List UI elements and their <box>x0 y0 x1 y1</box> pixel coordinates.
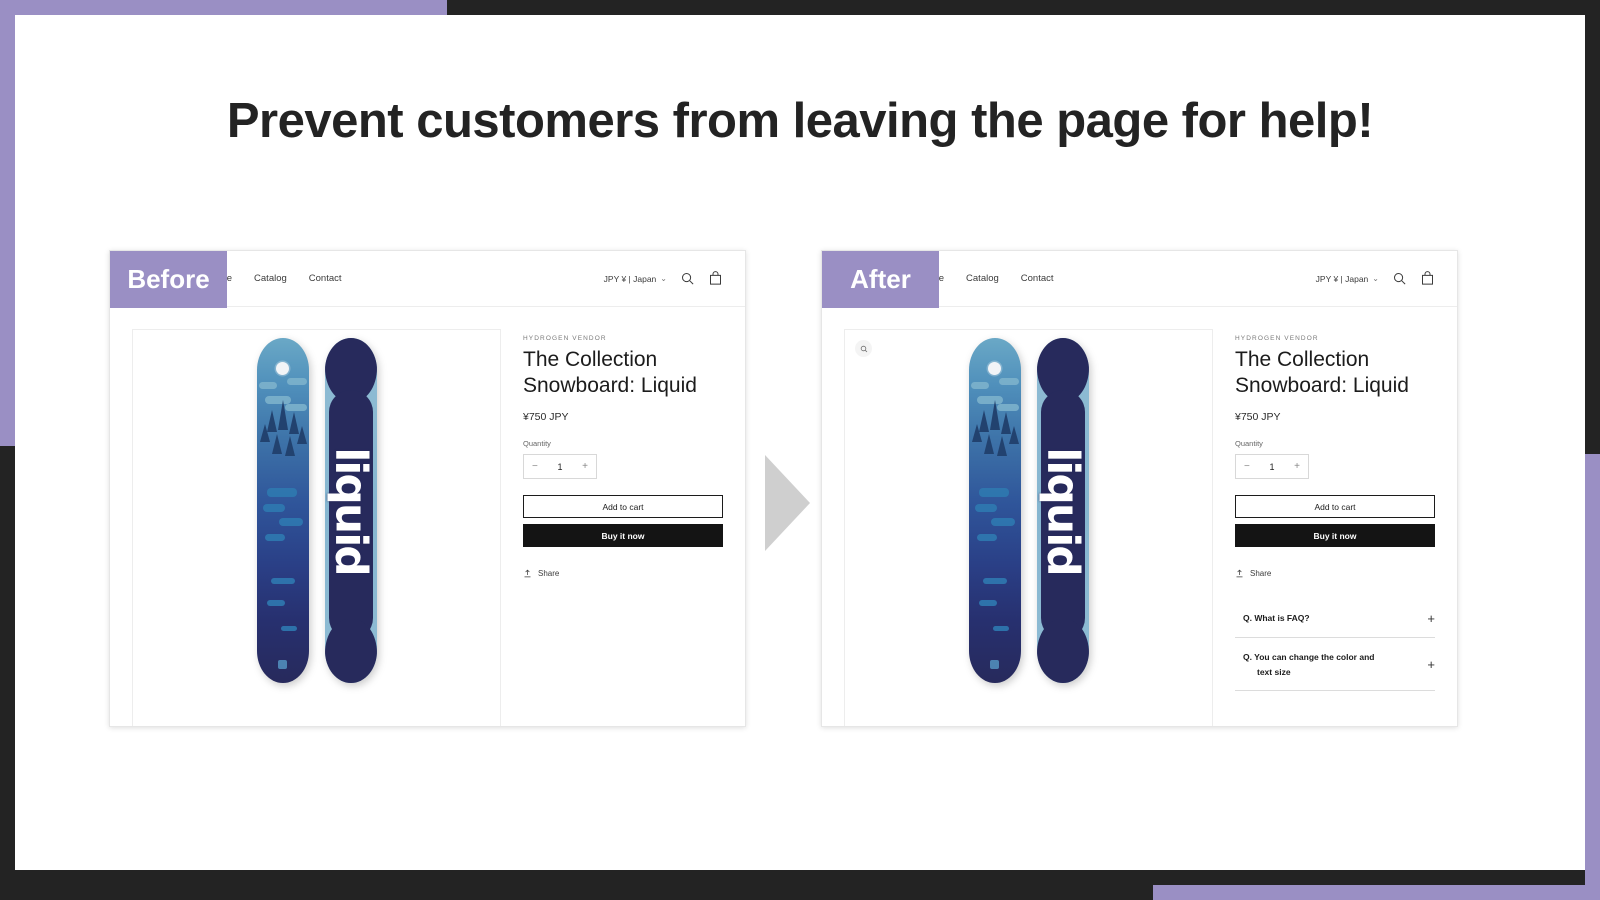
currency-selector[interactable]: JPY ¥ | Japan ⌄ <box>604 274 667 284</box>
quantity-increase-button-after[interactable]: + <box>1294 461 1300 472</box>
cart-icon[interactable] <box>708 271 723 286</box>
before-product-gallery[interactable]: liquid <box>132 329 501 726</box>
snowboard-back-image-after: liquid <box>1036 338 1089 683</box>
accent-bar-left <box>0 0 15 446</box>
zoom-image-button[interactable] <box>855 340 872 357</box>
snowboard-front-image-after <box>968 338 1021 683</box>
before-product: liquid HYDROGEN VENDOR The Collection Sn… <box>110 307 745 726</box>
chevron-down-icon: ⌄ <box>660 274 667 283</box>
after-header-actions: JPY ¥ | Japan ⌄ <box>1316 271 1435 286</box>
product-title: The Collection Snowboard: Liquid <box>523 348 697 397</box>
quantity-label: Quantity <box>523 439 551 449</box>
board-wordmark: liquid <box>325 446 376 575</box>
buy-it-now-button[interactable]: Buy it now <box>523 524 723 548</box>
product-vendor-after: HYDROGEN VENDOR <box>1235 335 1319 342</box>
accent-bar-right <box>1585 454 1600 900</box>
faq-item-1[interactable]: Q. What is FAQ? + <box>1235 598 1435 639</box>
share-label-after: Share <box>1250 569 1272 579</box>
before-header-actions: JPY ¥ | Japan ⌄ <box>604 271 723 286</box>
faq-question-2: Q. You can change the color and text siz… <box>1243 650 1427 679</box>
board-wordmark-after: liquid <box>1037 446 1088 575</box>
before-product-info: HYDROGEN VENDOR The Collection Snowboard… <box>523 329 723 726</box>
quantity-decrease-button-after[interactable]: − <box>1244 461 1250 472</box>
add-to-cart-button[interactable]: Add to cart <box>523 495 723 519</box>
accent-bar-bottom-right <box>1153 885 1600 900</box>
after-badge: After <box>822 251 939 308</box>
plus-icon-2[interactable]: + <box>1427 658 1435 671</box>
share-button[interactable]: Share <box>523 569 723 578</box>
faq-question-2-line2: text size <box>1257 666 1291 677</box>
moon-graphic <box>275 362 289 375</box>
moon-graphic-after <box>987 362 1001 375</box>
share-button-after[interactable]: Share <box>1235 569 1435 578</box>
currency-label: JPY ¥ | Japan <box>603 273 657 284</box>
share-label: Share <box>538 569 560 579</box>
currency-selector-after[interactable]: JPY ¥ | Japan ⌄ <box>1316 274 1379 284</box>
product-price: ¥750 JPY <box>523 411 569 424</box>
search-icon[interactable] <box>680 271 695 286</box>
quantity-value-after[interactable]: 1 <box>1269 462 1274 472</box>
after-product-info: HYDROGEN VENDOR The Collection Snowboard… <box>1235 329 1435 726</box>
cart-icon-after[interactable] <box>1420 271 1435 286</box>
faq-question-1: Q. What is FAQ? <box>1243 613 1310 623</box>
quantity-decrease-button[interactable]: − <box>532 461 538 472</box>
quantity-increase-button[interactable]: + <box>582 461 588 472</box>
after-product: liquid HYDROGEN VENDOR The Collection Sn… <box>822 307 1457 726</box>
faq-accordion: Q. What is FAQ? + Q. You can change the … <box>1235 598 1435 692</box>
after-panel: After Quick Start Home Catalog Contact J… <box>821 250 1458 727</box>
transition-arrow-icon <box>765 455 810 551</box>
after-product-gallery[interactable]: liquid <box>844 329 1213 726</box>
snowboard-images: liquid <box>256 332 377 683</box>
accent-bar-top-left <box>0 0 447 15</box>
quantity-stepper[interactable]: − 1 + <box>523 454 597 480</box>
magnifier-icon <box>860 345 867 352</box>
search-icon-after[interactable] <box>1392 271 1407 286</box>
slide-canvas: Prevent customers from leaving the page … <box>15 15 1585 870</box>
quantity-stepper-after[interactable]: − 1 + <box>1235 454 1309 480</box>
nav-item-catalog-after[interactable]: Catalog <box>966 273 999 284</box>
board-brand-mark <box>277 660 287 669</box>
add-to-cart-button-after[interactable]: Add to cart <box>1235 495 1435 519</box>
plus-icon-1[interactable]: + <box>1427 612 1435 625</box>
faq-item-2[interactable]: Q. You can change the color and text siz… <box>1235 638 1435 692</box>
snowboard-back-image: liquid <box>324 338 377 683</box>
faq-question-2-line1: Q. You can change the color and <box>1243 652 1375 663</box>
product-title-after: The Collection Snowboard: Liquid <box>1235 348 1409 397</box>
nav-item-catalog[interactable]: Catalog <box>254 273 287 284</box>
quantity-label-after: Quantity <box>1235 439 1263 449</box>
currency-label-after: JPY ¥ | Japan <box>1315 273 1369 284</box>
quantity-value[interactable]: 1 <box>557 462 562 472</box>
chevron-down-icon-after: ⌄ <box>1372 274 1379 283</box>
before-panel: Before Quick Start Home Catalog Contact … <box>109 250 746 727</box>
page-title: Prevent customers from leaving the page … <box>226 94 1374 148</box>
buy-it-now-button-after[interactable]: Buy it now <box>1235 524 1435 548</box>
before-badge: Before <box>110 251 227 308</box>
share-icon <box>524 569 531 578</box>
product-vendor: HYDROGEN VENDOR <box>523 335 607 342</box>
nav-item-contact-after[interactable]: Contact <box>1021 273 1054 284</box>
snowboard-images-after: liquid <box>968 332 1089 683</box>
board-brand-mark-after <box>989 660 999 669</box>
nav-item-contact[interactable]: Contact <box>309 273 342 284</box>
share-icon-after <box>1236 569 1243 578</box>
snowboard-front-image <box>256 338 309 683</box>
product-price-after: ¥750 JPY <box>1235 411 1281 424</box>
